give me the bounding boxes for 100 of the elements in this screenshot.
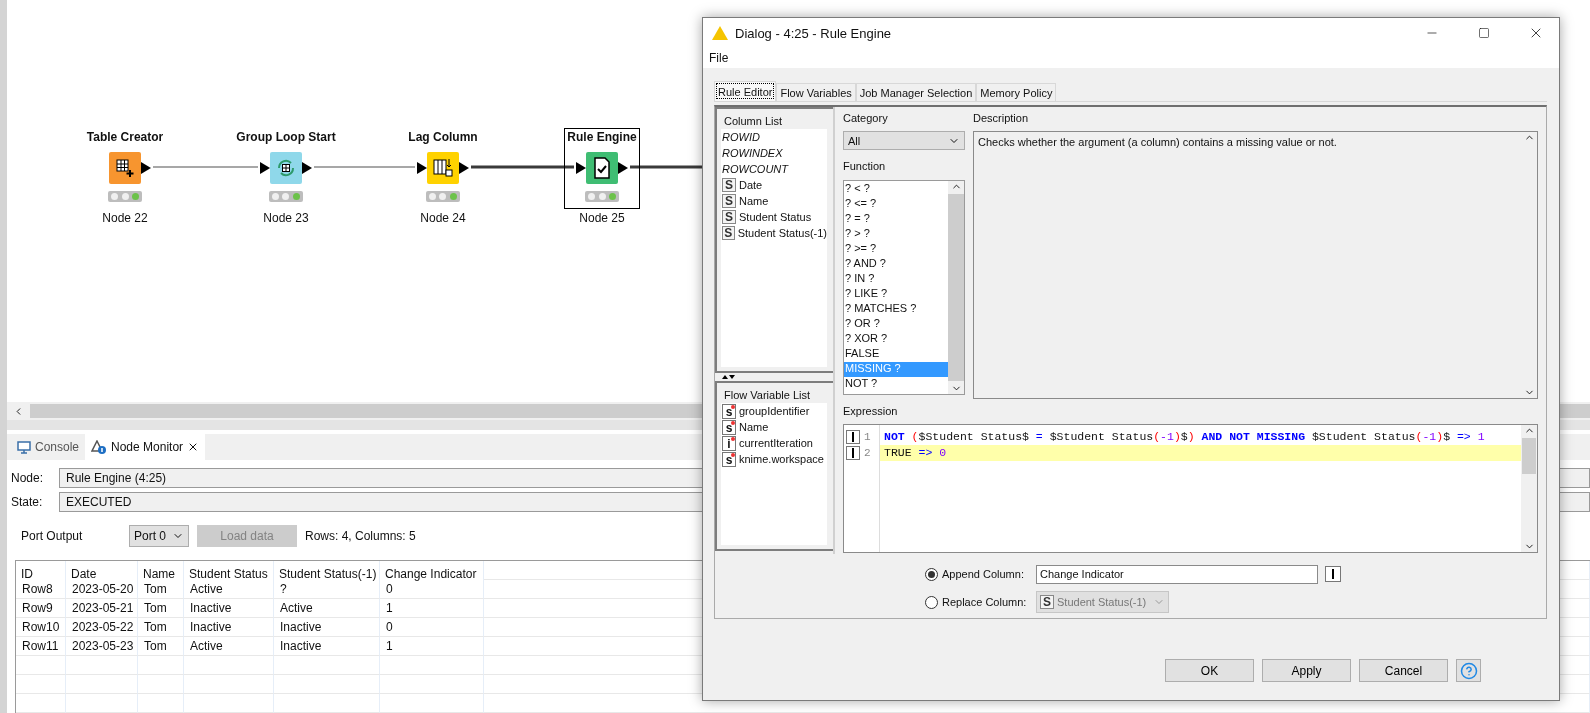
function-item[interactable]: ? IN ? <box>844 272 948 287</box>
radio-label: Replace Column: <box>942 596 1028 608</box>
traffic-light-icon <box>585 191 619 202</box>
table-cell: Row9 <box>16 599 66 618</box>
node-icon[interactable] <box>270 152 302 184</box>
description-label: Description <box>973 111 1030 126</box>
table-cell: Inactive <box>274 618 380 637</box>
table-cell: Tom <box>138 637 184 656</box>
column-list-item[interactable]: ROWID <box>721 129 827 145</box>
port-triangle-icon <box>302 162 312 174</box>
category-label: Category <box>843 111 889 126</box>
function-item[interactable]: FALSE <box>844 347 948 362</box>
function-item[interactable]: ? > ? <box>844 227 948 242</box>
dialog-button[interactable]: Apply <box>1262 659 1351 682</box>
help-button[interactable] <box>1456 659 1481 682</box>
port-triangle-icon <box>141 162 151 174</box>
table-cell: Inactive <box>184 618 274 637</box>
port-triangle-icon <box>618 162 628 174</box>
dialog-tab[interactable]: Rule Editor <box>714 81 777 101</box>
string-type-icon: S <box>722 194 736 208</box>
warning-info-icon <box>91 439 108 455</box>
function-item[interactable]: ? XOR ? <box>844 332 948 347</box>
variable-type-icon: i <box>722 435 736 451</box>
flow-variable-item[interactable]: i currentIteration <box>721 435 827 451</box>
table-cell: Inactive <box>184 599 274 618</box>
flow-variable-item[interactable]: s Name <box>721 419 827 435</box>
function-item[interactable]: ? < ? <box>844 182 948 197</box>
maximize-icon[interactable] <box>1478 27 1490 39</box>
node-icon[interactable] <box>586 152 618 184</box>
port-output-label: Port Output <box>21 529 84 543</box>
description-text: Checks whether the argument (a column) contains a missing value or not. <box>977 135 1338 150</box>
node-title: Rule Engine <box>567 130 637 146</box>
warning-triangle-icon <box>711 25 729 41</box>
table-cell: 0 <box>380 618 484 637</box>
column-list-item[interactable]: S Student Status(-1) <box>721 225 827 241</box>
column-list-item[interactable]: S Date <box>721 177 827 193</box>
column-list-item[interactable]: S Student Status <box>721 209 827 225</box>
node-title: Table Creator <box>86 130 164 146</box>
node-icon[interactable] <box>109 152 141 184</box>
selected-node-frame[interactable]: Rule Engine <box>564 128 640 209</box>
dialog-button[interactable]: Cancel <box>1359 659 1448 682</box>
flow-variable-item[interactable]: s groupIdentifier <box>721 403 827 419</box>
empty-cell <box>16 694 66 713</box>
expression-label: Expression <box>843 404 899 419</box>
dialog-tab[interactable]: Memory Policy <box>976 83 1057 101</box>
category-select[interactable]: All <box>843 131 965 150</box>
function-item[interactable]: ? LIKE ? <box>844 287 948 302</box>
node-frame[interactable]: Table Creator <box>83 128 167 209</box>
variable-button[interactable] <box>1325 566 1341 582</box>
function-item[interactable]: ? <= ? <box>844 197 948 212</box>
table-cell: 2023-05-20 <box>66 580 138 599</box>
line-number: 2 <box>864 447 871 459</box>
panel-tab[interactable]: Console <box>11 434 86 460</box>
loop-table-icon <box>275 157 297 179</box>
table-cell: 1 <box>380 637 484 656</box>
function-item[interactable]: ? = ? <box>844 212 948 227</box>
window-title: Dialog - 4:25 - Rule Engine <box>735 25 893 41</box>
column-list-item[interactable]: ROWINDEX <box>721 145 827 161</box>
table-cell: 2023-05-22 <box>66 618 138 637</box>
list-title: Column List <box>723 114 784 129</box>
node-icon[interactable] <box>427 152 459 184</box>
splitter-arrows-icon[interactable] <box>721 374 735 380</box>
function-item[interactable]: ? MATCHES ? <box>844 302 948 317</box>
empty-cell <box>66 656 138 675</box>
radio-label: Append Column: <box>942 568 1025 580</box>
variable-type-icon: s <box>722 451 736 467</box>
table-cell: Active <box>184 637 274 656</box>
radio-button[interactable] <box>925 567 938 581</box>
port-select[interactable]: Port 0 <box>129 525 189 547</box>
vertical-scrollbar[interactable] <box>948 181 964 394</box>
panel-tab[interactable]: Node Monitor <box>85 434 206 460</box>
function-item[interactable]: ? >= ? <box>844 242 948 257</box>
variable-type-icon: s <box>722 419 736 435</box>
table-plus-icon <box>115 158 135 178</box>
line-marker-icon <box>846 446 860 460</box>
column-name-field[interactable]: Change Indicator <box>1036 564 1318 584</box>
node-frame[interactable]: Group Loop Start <box>233 128 339 209</box>
table-cell: Row11 <box>16 637 66 656</box>
column-list-item[interactable]: ROWCOUNT <box>721 161 827 177</box>
table-cell: Tom <box>138 618 184 637</box>
node-frame[interactable]: Lag Column <box>405 128 481 209</box>
function-item[interactable]: ? AND ? <box>844 257 948 272</box>
function-item[interactable]: ? OR ? <box>844 317 948 332</box>
column-list-item[interactable]: S Name <box>721 193 827 209</box>
empty-cell <box>16 656 66 675</box>
port-triangle-icon <box>459 162 469 174</box>
node-label: Node 25 <box>579 211 625 225</box>
flow-variable-item[interactable]: s knime.workspace <box>721 451 827 467</box>
vertical-scrollbar[interactable] <box>1521 425 1537 552</box>
expression-editor[interactable]: 1 2 NOT ($Student Status$ = $Student Status(-1)$) AND NOT MISSING $Student Status(-1)$ => 1 TRUE => 0 <box>843 424 1538 553</box>
dialog-button[interactable]: OK <box>1165 659 1254 682</box>
table-cell: Tom <box>138 599 184 618</box>
menu-item[interactable]: File <box>709 51 729 65</box>
table-cell: Active <box>184 580 274 599</box>
empty-cell <box>66 675 138 694</box>
function-item[interactable]: NOT ? <box>844 377 948 392</box>
dialog-tab[interactable]: Flow Variables <box>776 83 856 101</box>
string-type-icon: S <box>722 178 736 192</box>
string-type-icon: S <box>722 210 736 224</box>
dialog-tab[interactable]: Job Manager Selection <box>855 83 977 101</box>
